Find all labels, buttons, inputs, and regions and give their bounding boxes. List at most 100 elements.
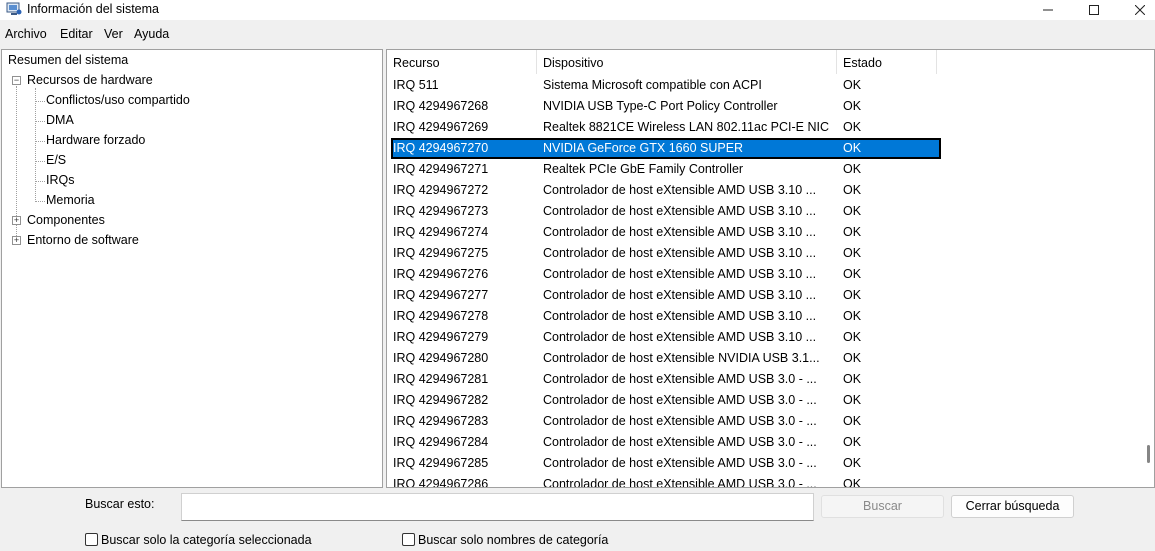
cell-resource: IRQ 4294967269: [393, 120, 489, 134]
cell-status: OK: [843, 351, 862, 365]
table-row[interactable]: IRQ 4294967286 Controlador de host eXtens…: [387, 474, 937, 488]
table-row[interactable]: IRQ 4294967272 Controlador de host eXtens…: [387, 180, 937, 201]
table-row[interactable]: IRQ 4294967275 Controlador de host eXtens…: [387, 243, 937, 264]
category-tree[interactable]: Resumen del sistema − Recursos de hardwa…: [1, 49, 383, 488]
cell-device: Controlador de host eXtensible AMD USB 3…: [543, 435, 817, 449]
cell-status: OK: [843, 78, 862, 92]
list-header: Recurso Dispositivo Estado: [387, 50, 1154, 74]
tree-item-irqs[interactable]: IRQs: [46, 171, 74, 189]
table-row[interactable]: IRQ 4294967282 Controlador de host eXtens…: [387, 390, 937, 411]
tree-item-components[interactable]: Componentes: [27, 211, 105, 229]
table-row[interactable]: IRQ 4294967276 Controlador de host eXtens…: [387, 264, 937, 285]
cell-resource: IRQ 4294967286: [393, 477, 489, 488]
table-row[interactable]: IRQ 511 Sistema Microsoft compatible con …: [387, 75, 937, 96]
table-row[interactable]: IRQ 4294967283 Controlador de host eXtens…: [387, 411, 937, 432]
cell-device: Controlador de host eXtensible AMD USB 3…: [543, 204, 817, 218]
collapse-icon[interactable]: −: [12, 76, 21, 85]
menu-help[interactable]: Ayuda: [134, 27, 169, 41]
cell-status: OK: [843, 141, 862, 155]
table-row[interactable]: IRQ 4294967270 NVIDIA GeForce GTX 1660 SU…: [391, 138, 941, 159]
close-button[interactable]: [1117, 0, 1155, 20]
tree-connector: [36, 121, 45, 122]
cell-resource: IRQ 4294967275: [393, 246, 489, 260]
resource-list[interactable]: Recurso Dispositivo Estado IRQ 511 Sistem…: [386, 49, 1155, 488]
cell-device: Controlador de host eXtensible AMD USB 3…: [543, 414, 817, 428]
cell-status: OK: [843, 204, 862, 218]
only-category-names-checkbox[interactable]: [402, 533, 415, 546]
close-icon: [1135, 5, 1145, 15]
cell-device: Controlador de host eXtensible AMD USB 3…: [543, 477, 817, 488]
table-row[interactable]: IRQ 4294967278 Controlador de host eXtens…: [387, 306, 937, 327]
cell-status: OK: [843, 435, 862, 449]
cell-resource: IRQ 511: [393, 78, 439, 92]
only-selected-category-option[interactable]: Buscar solo la categoría seleccionada: [85, 532, 345, 548]
window-title: Información del sistema: [27, 2, 160, 16]
minimize-button[interactable]: [1025, 0, 1071, 20]
table-row[interactable]: IRQ 4294967269 Realtek 8821CE Wireless LA…: [387, 117, 937, 138]
close-search-button[interactable]: Cerrar búsqueda: [951, 495, 1074, 518]
cell-status: OK: [843, 267, 862, 281]
cell-device: Realtek 8821CE Wireless LAN 802.11ac PCI…: [543, 120, 829, 134]
cell-status: OK: [843, 456, 862, 470]
tree-item-hardware-resources[interactable]: Recursos de hardware: [27, 71, 153, 89]
cell-status: OK: [843, 309, 862, 323]
title-bar: Información del sistema: [0, 0, 1155, 20]
menu-file[interactable]: Archivo: [5, 27, 47, 41]
column-header-device[interactable]: Dispositivo: [537, 50, 837, 74]
table-row[interactable]: IRQ 4294967271 Realtek PCIe GbE Family Co…: [387, 159, 937, 180]
table-row[interactable]: IRQ 4294967279 Controlador de host eXtens…: [387, 327, 937, 348]
cell-resource: IRQ 4294967281: [393, 372, 489, 386]
tree-item-dma[interactable]: DMA: [46, 111, 74, 129]
tree-item-io[interactable]: E/S: [46, 151, 66, 169]
table-row[interactable]: IRQ 4294967284 Controlador de host eXtens…: [387, 432, 937, 453]
expand-icon[interactable]: +: [12, 216, 21, 225]
table-row[interactable]: IRQ 4294967285 Controlador de host eXtens…: [387, 453, 937, 474]
table-row[interactable]: IRQ 4294967277 Controlador de host eXtens…: [387, 285, 937, 306]
cell-device: Sistema Microsoft compatible con ACPI: [543, 78, 762, 92]
cell-status: OK: [843, 225, 862, 239]
only-selected-category-label: Buscar solo la categoría seleccionada: [101, 533, 312, 547]
cell-device: Controlador de host eXtensible AMD USB 3…: [543, 330, 817, 344]
maximize-button[interactable]: [1071, 0, 1117, 20]
cell-device: Controlador de host eXtensible AMD USB 3…: [543, 225, 817, 239]
table-row[interactable]: IRQ 4294967268 NVIDIA USB Type-C Port Pol…: [387, 96, 937, 117]
search-input[interactable]: [181, 493, 814, 521]
tree-item-conflicts[interactable]: Conflictos/uso compartido: [46, 91, 190, 109]
tree-item-forced-hardware[interactable]: Hardware forzado: [46, 131, 145, 149]
tree-item-software-environment[interactable]: Entorno de software: [27, 231, 139, 249]
table-row[interactable]: IRQ 4294967280 Controlador de host eXtens…: [387, 348, 937, 369]
menu-view[interactable]: Ver: [104, 27, 123, 41]
tree-item-memory[interactable]: Memoria: [46, 191, 95, 209]
cell-resource: IRQ 4294967285: [393, 456, 489, 470]
cell-device: Controlador de host eXtensible AMD USB 3…: [543, 183, 817, 197]
tree-connector: [36, 181, 45, 182]
column-header-status[interactable]: Estado: [837, 50, 937, 74]
tree-item-system-summary[interactable]: Resumen del sistema: [8, 51, 128, 69]
cell-device: Controlador de host eXtensible AMD USB 3…: [543, 372, 817, 386]
table-row[interactable]: IRQ 4294967281 Controlador de host eXtens…: [387, 369, 937, 390]
cell-device: Controlador de host eXtensible AMD USB 3…: [543, 456, 817, 470]
cell-status: OK: [843, 183, 862, 197]
vertical-scrollbar[interactable]: [1144, 76, 1152, 486]
tree-connector: [36, 201, 45, 202]
cell-device: Controlador de host eXtensible AMD USB 3…: [543, 309, 817, 323]
cell-device: Realtek PCIe GbE Family Controller: [543, 162, 744, 176]
column-header-resource[interactable]: Recurso: [387, 50, 537, 74]
cell-device: Controlador de host eXtensible AMD USB 3…: [543, 393, 817, 407]
only-category-names-label: Buscar solo nombres de categoría: [418, 533, 609, 547]
only-category-names-option[interactable]: Buscar solo nombres de categoría: [402, 532, 642, 548]
menu-bar: Archivo Editar Ver Ayuda: [0, 24, 1155, 44]
expand-icon[interactable]: +: [12, 236, 21, 245]
menu-edit[interactable]: Editar: [60, 27, 93, 41]
cell-status: OK: [843, 477, 862, 488]
table-row[interactable]: IRQ 4294967274 Controlador de host eXtens…: [387, 222, 937, 243]
cell-resource: IRQ 4294967283: [393, 414, 489, 428]
search-button[interactable]: Buscar: [821, 495, 944, 518]
table-row[interactable]: IRQ 4294967273 Controlador de host eXtens…: [387, 201, 937, 222]
cell-resource: IRQ 4294967268: [393, 99, 489, 113]
cell-resource: IRQ 4294967274: [393, 225, 489, 239]
only-selected-category-checkbox[interactable]: [85, 533, 98, 546]
cell-status: OK: [843, 120, 862, 134]
cell-device: Controlador de host eXtensible AMD USB 3…: [543, 288, 817, 302]
scrollbar-thumb[interactable]: [1147, 445, 1150, 463]
